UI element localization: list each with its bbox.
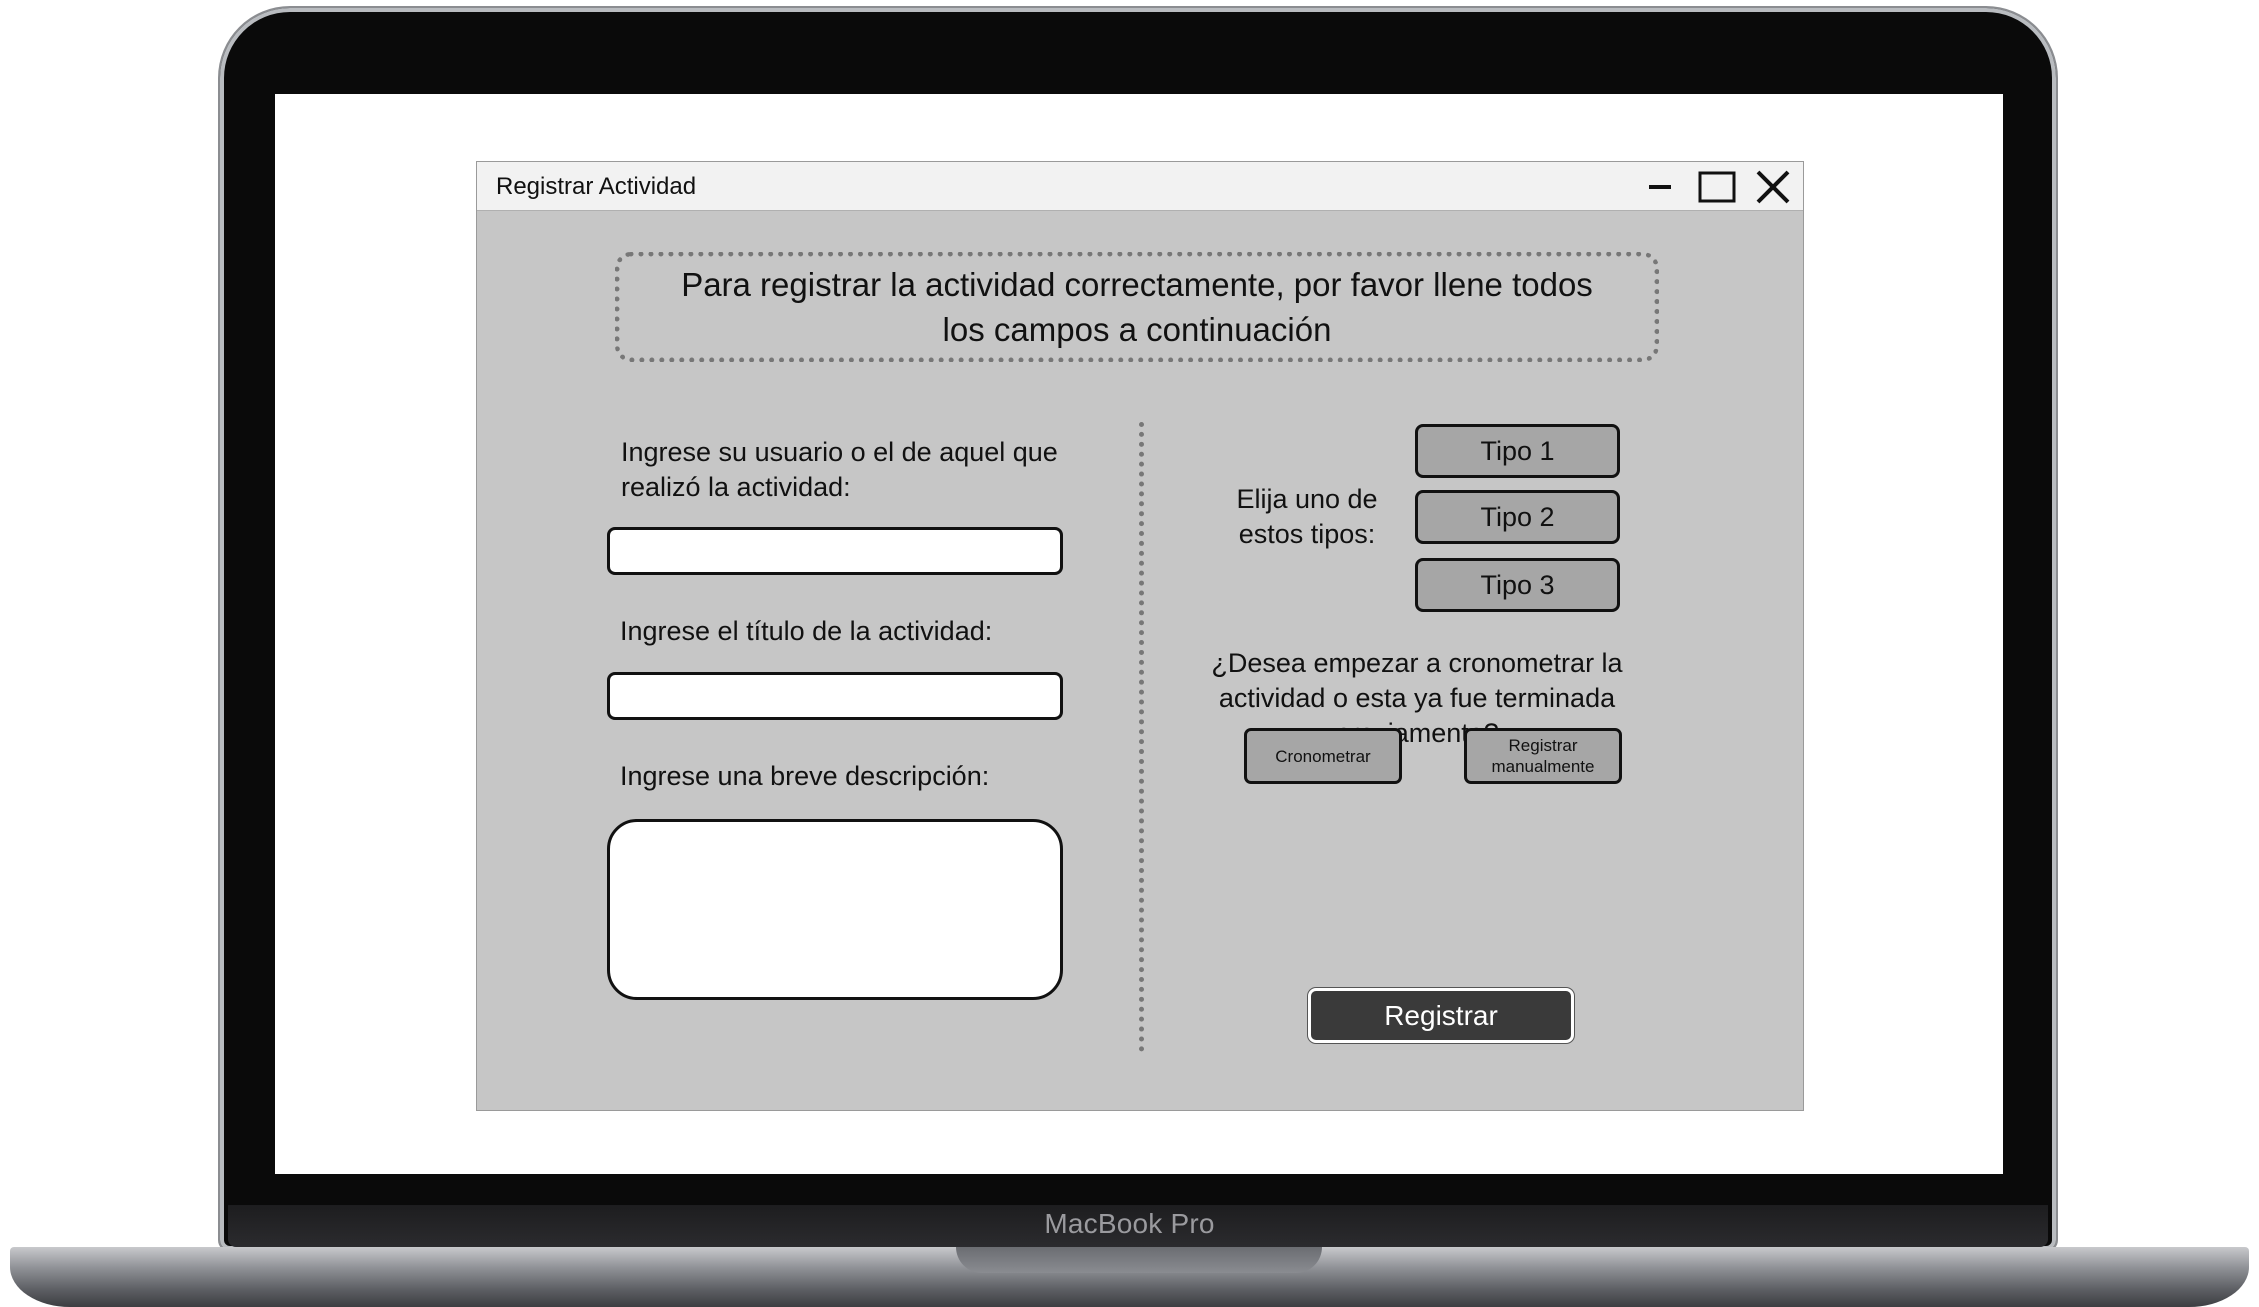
activity-title-label: Ingrese el título de la actividad: — [620, 616, 993, 646]
minimize-icon — [1649, 185, 1671, 189]
type-choice-label: Elija uno de estos tipos: — [1236, 484, 1378, 549]
register-manually-button[interactable]: Registrar manualmente — [1464, 728, 1622, 784]
register-submit-button[interactable]: Registrar — [1308, 988, 1574, 1043]
close-button[interactable] — [1753, 170, 1793, 204]
laptop-notch — [956, 1247, 1322, 1273]
description-textarea[interactable] — [607, 819, 1063, 1000]
minimize-button[interactable] — [1641, 170, 1681, 204]
maximize-icon — [1698, 171, 1736, 203]
register-activity-window: Registrar Actividad Para registrar la ac… — [476, 161, 1804, 1111]
type-2-button[interactable]: Tipo 2 — [1415, 490, 1620, 544]
window-title: Registrar Actividad — [496, 173, 697, 200]
type-3-button[interactable]: Tipo 3 — [1415, 558, 1620, 612]
type-1-button[interactable]: Tipo 1 — [1415, 424, 1620, 478]
description-label: Ingrese una breve descripción: — [620, 761, 990, 791]
window-titlebar: Registrar Actividad — [477, 162, 1803, 211]
start-timer-button[interactable]: Cronometrar — [1244, 728, 1402, 784]
close-icon — [1756, 170, 1790, 204]
column-divider — [1139, 422, 1144, 1052]
device-brand-label: MacBook Pro — [1044, 1208, 1215, 1239]
instructions-banner: Para registrar la actividad correctament… — [615, 252, 1659, 362]
user-label: Ingrese su usuario o el de aquel que rea… — [621, 437, 1058, 502]
user-input[interactable] — [607, 527, 1063, 575]
activity-title-input[interactable] — [607, 672, 1063, 720]
maximize-button[interactable] — [1697, 170, 1737, 204]
